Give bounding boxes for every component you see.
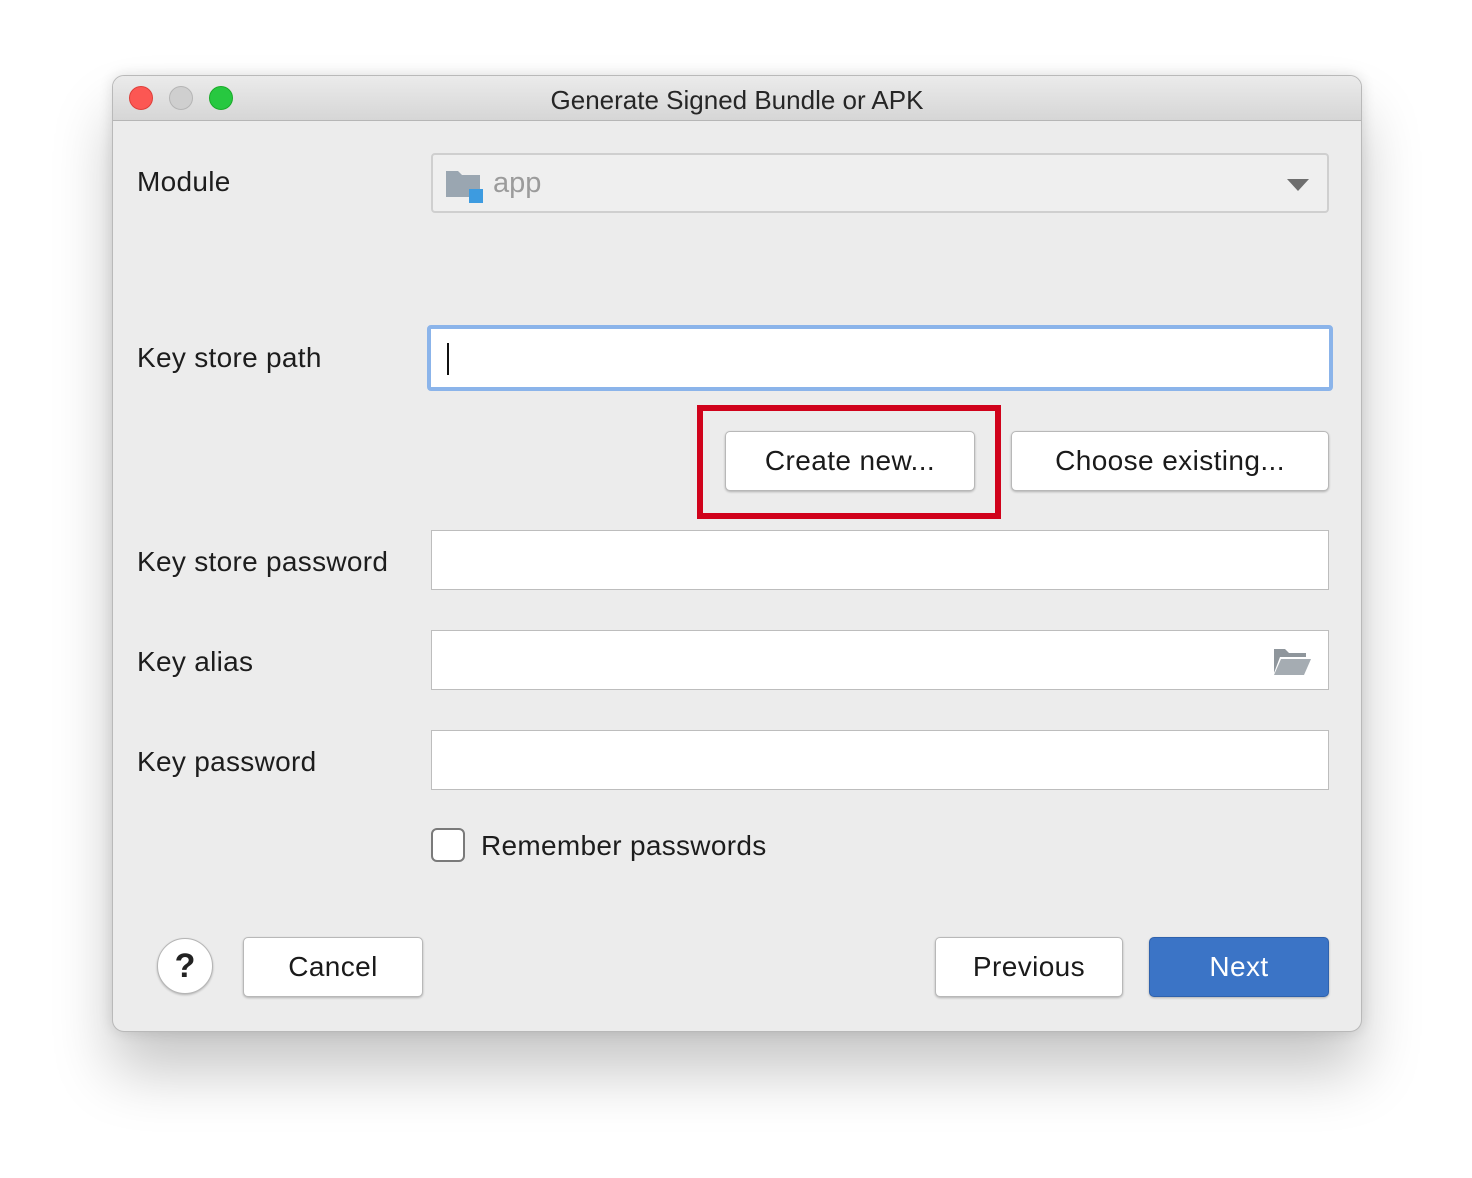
- folder-open-icon[interactable]: [1272, 645, 1312, 677]
- create-new-button[interactable]: Create new...: [725, 431, 975, 491]
- module-value: app: [493, 167, 542, 199]
- key-password-label: Key password: [137, 746, 317, 777]
- key-store-path-label: Key store path: [137, 342, 322, 373]
- key-store-path-input[interactable]: [427, 325, 1333, 391]
- text-caret: [447, 343, 449, 375]
- key-alias-label: Key alias: [137, 646, 254, 677]
- key-store-password-input[interactable]: [431, 530, 1329, 590]
- module-folder-icon: [446, 171, 483, 203]
- choose-existing-button[interactable]: Choose existing...: [1011, 431, 1329, 491]
- module-label: Module: [137, 166, 231, 197]
- remember-passwords-label[interactable]: Remember passwords: [481, 830, 767, 862]
- title-bar[interactable]: Generate Signed Bundle or APK: [113, 76, 1361, 121]
- window-title: Generate Signed Bundle or APK: [550, 85, 924, 115]
- next-button[interactable]: Next: [1149, 937, 1329, 997]
- signed-apk-dialog: Generate Signed Bundle or APK Module app…: [112, 75, 1362, 1032]
- key-alias-input[interactable]: [431, 630, 1329, 690]
- key-store-password-label: Key store password: [137, 546, 389, 577]
- remember-passwords-checkbox[interactable]: [431, 828, 465, 862]
- module-dropdown[interactable]: app: [431, 153, 1329, 213]
- chevron-down-icon[interactable]: [1287, 179, 1309, 191]
- key-password-input[interactable]: [431, 730, 1329, 790]
- previous-button[interactable]: Previous: [935, 937, 1123, 997]
- help-button[interactable]: ?: [157, 938, 213, 994]
- cancel-button[interactable]: Cancel: [243, 937, 423, 997]
